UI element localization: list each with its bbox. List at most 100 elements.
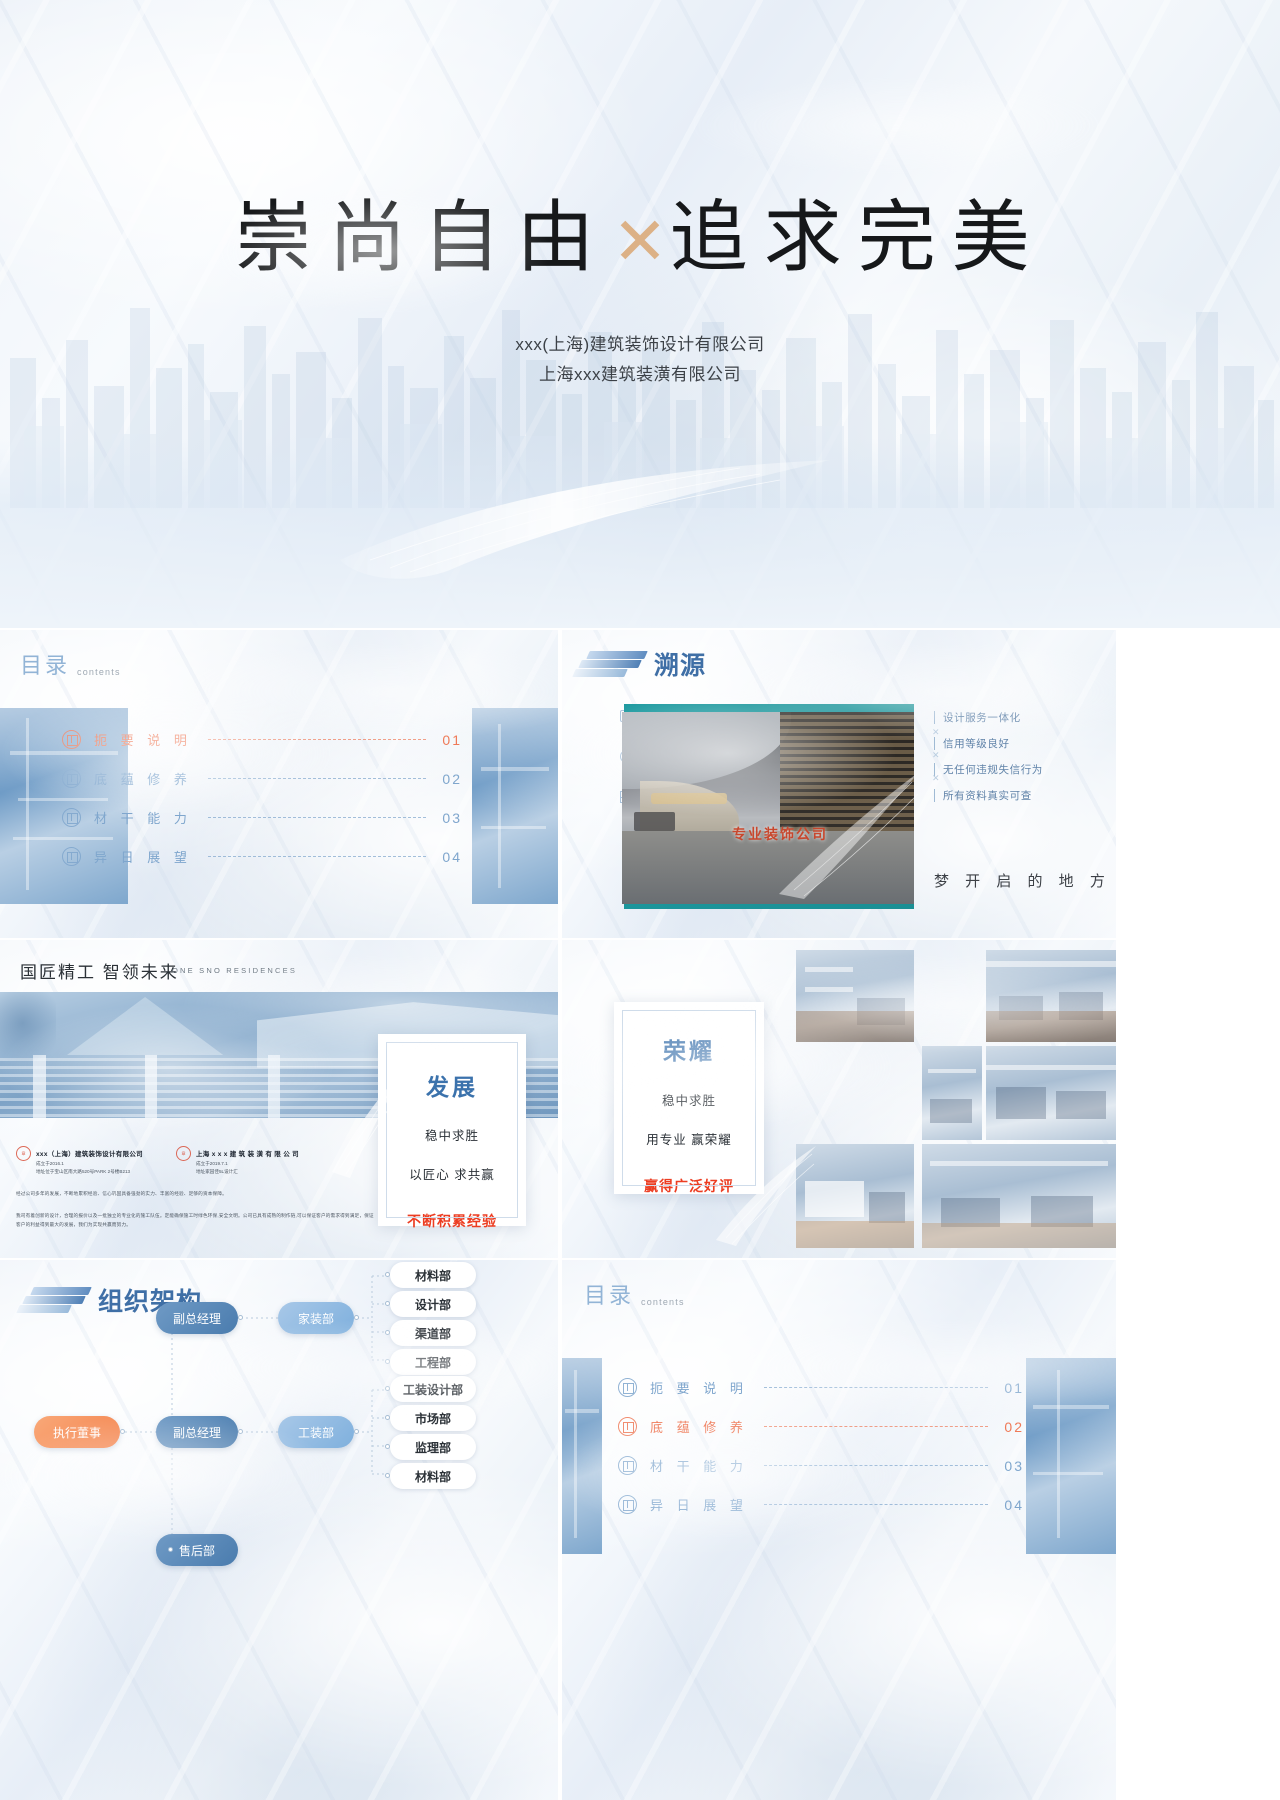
- connector-dot: [354, 1429, 359, 1434]
- slide-origin[interactable]: 溯源 专业装饰公司 设计服务一体化 信用等级良好 无任何违规失信行为 所有资料真…: [562, 630, 1116, 938]
- toc-item-number: 02: [442, 770, 462, 787]
- feather-overlay-icon: [779, 772, 919, 899]
- toc-heading: 目录 contents: [20, 648, 121, 680]
- toc2-photo-right: [1026, 1358, 1116, 1554]
- origin-bullet-list: 设计服务一体化 信用等级良好 无任何违规失信行为 所有资料真实可查: [934, 710, 1043, 814]
- toc2-item-number: 01: [1004, 1379, 1024, 1396]
- org-node-label: 监理部: [414, 1440, 451, 1455]
- slide-honor[interactable]: 荣耀 稳中求胜 用专业 赢荣耀 赢得广泛好评: [562, 940, 1116, 1258]
- cover-company-line-1: xxx(上海)建筑装饰设计有限公司: [515, 335, 765, 354]
- origin-bullet-label: 信用等级良好: [943, 738, 1010, 750]
- toc-heading-en: contents: [77, 667, 121, 677]
- cover-ground-gradient: [0, 438, 1280, 628]
- org-node-division-2[interactable]: 工装部: [278, 1416, 354, 1448]
- org-node-department[interactable]: 设计部: [390, 1291, 476, 1317]
- craft-company-1-name: xxx（上海）建筑装饰设计有限公司: [36, 1151, 143, 1158]
- toc-heading-cn: 目录: [20, 653, 71, 678]
- org-node-division-1[interactable]: 家装部: [278, 1302, 354, 1334]
- grid-icon: [618, 1417, 637, 1436]
- craft-paragraph-1: 经过公司多年的发展，不断地累积经验、信心巩固具备强劲的实力、丰富的经验、足够的资…: [16, 1191, 227, 1196]
- slide-org-chart[interactable]: 组织架构 执行董事 副总经理 家装部 材料部 设计部 渠道部 工程部 副总经理 …: [0, 1260, 558, 1800]
- org-node-label: 材料部: [414, 1469, 451, 1484]
- toc-photo-right: [472, 708, 558, 904]
- grid-icon: [618, 1456, 637, 1475]
- cross-separator-icon: ✕: [932, 727, 940, 737]
- connector-dot: [385, 1444, 390, 1449]
- org-node-department[interactable]: 渠道部: [390, 1320, 476, 1346]
- craft-company-2-address: 地址家园佳5L设计汇: [196, 1169, 238, 1174]
- connector-dot: [238, 1429, 243, 1434]
- slide-craftsmanship[interactable]: 国匠精工 智领未来 ONE SNO RESIDENCES 章 xxx（上海）建筑…: [0, 940, 558, 1258]
- org-node-department[interactable]: 材料部: [390, 1463, 476, 1489]
- toc2-item-03[interactable]: 材 干 能 力 03: [618, 1456, 1024, 1475]
- toc2-item-04[interactable]: 异 日 展 望 04: [618, 1495, 1024, 1514]
- toc-item-number: 03: [442, 809, 462, 826]
- toc2-item-number: 03: [1004, 1457, 1024, 1474]
- grid-icon: [62, 847, 81, 866]
- toc-item-01[interactable]: 扼 要 说 明 01: [62, 730, 462, 749]
- connector-dot: [385, 1301, 390, 1306]
- toc2-item-label: 异 日 展 望: [650, 1498, 748, 1513]
- origin-heading: 溯源: [572, 646, 706, 682]
- origin-bullet-item: 设计服务一体化: [934, 710, 1043, 725]
- org-node-label: 售后部: [178, 1543, 215, 1558]
- org-node-manager-1[interactable]: 副总经理: [156, 1302, 238, 1334]
- org-node-manager-2[interactable]: 副总经理: [156, 1416, 238, 1448]
- toc-item-03[interactable]: 材 干 能 力 03: [62, 808, 462, 827]
- honor-photo-1: [796, 950, 914, 1042]
- toc-leader-line: [763, 1387, 989, 1388]
- ppt-template-preview: 崇尚自由✕追求完美 xxx(上海)建筑装饰设计有限公司 上海xxx建筑装潢有限公…: [0, 0, 1280, 1800]
- org-node-department[interactable]: 工装设计部: [390, 1376, 476, 1402]
- org-node-label: 工装设计部: [402, 1382, 463, 1397]
- slide-table-of-contents-2[interactable]: 目录 contents 扼 要 说 明 01 底 蕴 修 养 02 材 干 能 …: [562, 1260, 1116, 1800]
- grid-icon: [62, 769, 81, 788]
- org-node-label: 家装部: [297, 1311, 334, 1326]
- slide-cover[interactable]: 崇尚自由✕追求完美 xxx(上海)建筑装饰设计有限公司 上海xxx建筑装潢有限公…: [0, 0, 1280, 628]
- grid-icon: [62, 730, 81, 749]
- cover-title-x-glyph: ✕: [612, 204, 668, 278]
- toc-item-label: 材 干 能 力: [94, 811, 192, 826]
- connector-dot: [385, 1330, 390, 1335]
- toc2-heading-cn: 目录: [584, 1283, 635, 1308]
- org-node-department[interactable]: 监理部: [390, 1434, 476, 1460]
- org-node-department[interactable]: 市场部: [390, 1405, 476, 1431]
- ribbon-icon: [572, 651, 648, 677]
- seal-icon: 章: [176, 1146, 191, 1161]
- toc2-item-label: 扼 要 说 明: [650, 1381, 748, 1396]
- origin-bullet-label: 无任何违规失信行为: [943, 764, 1043, 776]
- org-node-department[interactable]: 工程部: [390, 1349, 476, 1375]
- toc2-item-02[interactable]: 底 蕴 修 养 02: [618, 1417, 1024, 1436]
- toc-item-number: 01: [442, 731, 462, 748]
- connector-dot: [385, 1473, 390, 1478]
- seal-icon: 章: [16, 1146, 31, 1161]
- org-node-label: 工程部: [414, 1355, 451, 1370]
- connector-dot: [385, 1415, 390, 1420]
- toc2-item-number: 04: [1004, 1496, 1024, 1513]
- org-node-label: 副总经理: [172, 1425, 221, 1440]
- slide-table-of-contents[interactable]: 目录 contents 扼 要 说 明 01 底 蕴 修 养 02 材 干 能 …: [0, 630, 558, 938]
- grid-icon: [618, 1495, 637, 1514]
- toc-leader-line: [207, 817, 427, 818]
- craft-subtitle-en: ONE SNO RESIDENCES: [172, 966, 298, 975]
- org-node-label: 执行董事: [52, 1425, 101, 1440]
- honor-photo-3: [922, 1046, 982, 1140]
- toc-item-02[interactable]: 底 蕴 修 养 02: [62, 769, 462, 788]
- cross-separator-icon: ✕: [932, 750, 940, 760]
- connector-dot: [354, 1315, 359, 1320]
- feather-decoration-icon: [716, 1146, 816, 1246]
- toc2-heading: 目录 contents: [584, 1278, 685, 1310]
- cover-title-part1: 崇尚自由: [234, 193, 611, 281]
- org-node-department[interactable]: 材料部: [390, 1262, 476, 1288]
- toc-item-04[interactable]: 异 日 展 望 04: [62, 847, 462, 866]
- toc-item-label: 异 日 展 望: [94, 850, 192, 865]
- cover-company-line-2: 上海xxx建筑装潢有限公司: [539, 365, 741, 384]
- craft-card-highlight: 不断积累经验: [407, 1213, 497, 1229]
- toc2-item-01[interactable]: 扼 要 说 明 01: [618, 1378, 1024, 1397]
- honor-card-title: 荣耀: [663, 1038, 715, 1064]
- craft-card-title: 发展: [426, 1074, 478, 1100]
- toc2-heading-en: contents: [641, 1297, 685, 1307]
- craft-paragraph-2: 我司有着创新的设计，合理的报价以及一批独立的专业化的施工队伍。定能确保施工时绿色…: [16, 1213, 374, 1227]
- honor-card-line-1: 稳中求胜: [661, 1094, 716, 1108]
- org-node-root[interactable]: 执行董事: [34, 1416, 120, 1448]
- toc-leader-line: [763, 1426, 989, 1427]
